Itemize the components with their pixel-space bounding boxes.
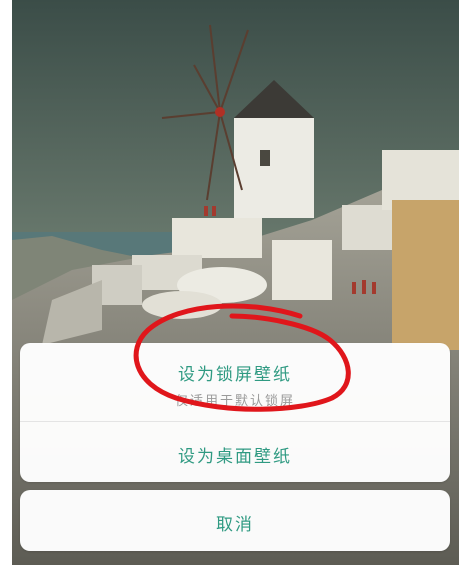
screen: 设为锁屏壁纸 仅适用于默认锁屏 设为桌面壁纸 取消 (0, 0, 471, 565)
set-lock-screen-wallpaper-button[interactable]: 设为锁屏壁纸 仅适用于默认锁屏 (20, 343, 450, 421)
cancel-sheet: 取消 (20, 490, 450, 551)
set-desktop-wallpaper-button[interactable]: 设为桌面壁纸 (20, 422, 450, 482)
set-lock-screen-label: 设为锁屏壁纸 (178, 365, 292, 385)
lock-screen-hint: 仅适用于默认锁屏 (174, 394, 295, 409)
set-desktop-label: 设为桌面壁纸 (178, 447, 292, 467)
cancel-button[interactable]: 取消 (20, 510, 450, 535)
wallpaper-options-sheet: 设为锁屏壁纸 仅适用于默认锁屏 设为桌面壁纸 (20, 343, 450, 482)
